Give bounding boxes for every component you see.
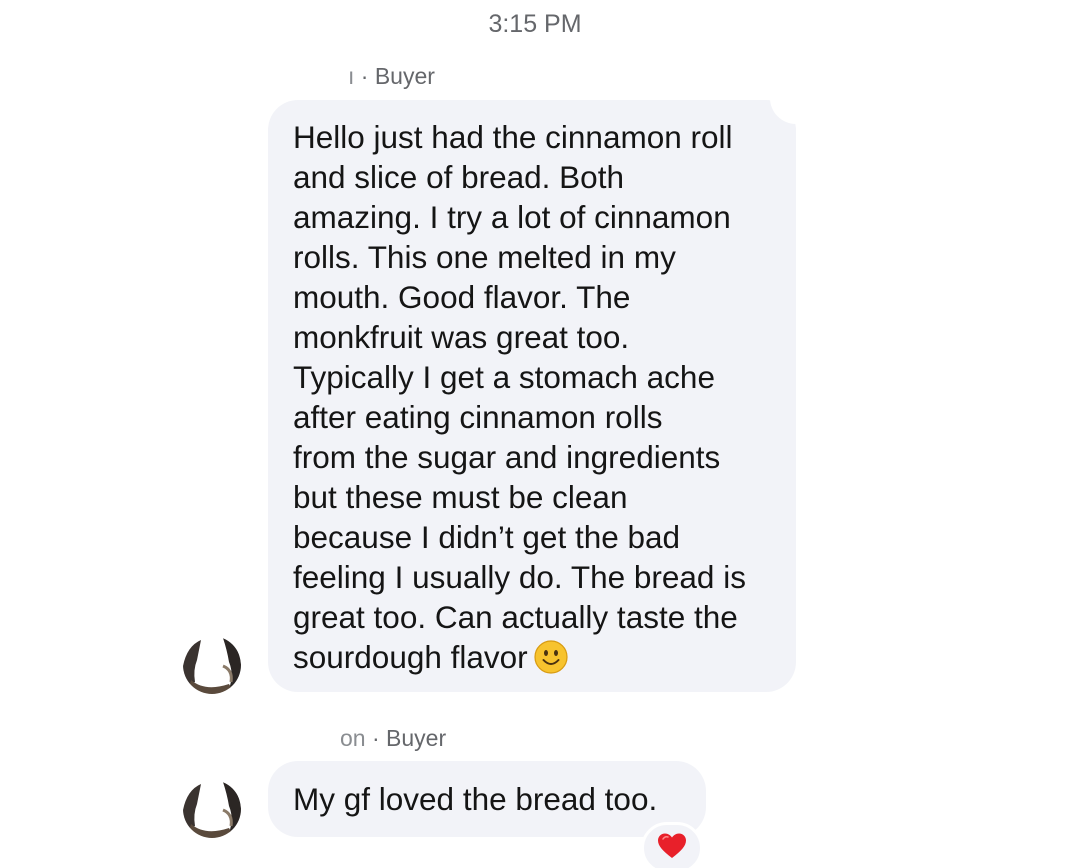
sender-name: ı (348, 63, 355, 89)
slightly-smiling-face-icon (534, 640, 568, 674)
chat-thread: 3:15 PM ı · Buyer Hello just had the cin… (0, 0, 1080, 868)
message-bubble[interactable]: Hello just had the cinnamon roll and sli… (268, 92, 802, 692)
message-reaction[interactable] (641, 822, 703, 868)
message-timestamp: 3:15 PM (488, 10, 582, 38)
sender-role: · Buyer (371, 725, 447, 751)
avatar[interactable] (183, 636, 241, 694)
message-text: My gf loved the bread too. (293, 781, 658, 817)
avatar[interactable] (183, 780, 241, 838)
red-heart-icon (657, 832, 687, 865)
sender-role: · Buyer (360, 63, 435, 89)
sender-label: ı · Buyer (348, 63, 435, 90)
sender-name: on (340, 725, 366, 751)
message-text: Hello just had the cinnamon roll and sli… (293, 119, 746, 675)
bubble-corner-mask (770, 92, 802, 124)
sender-label: on · Buyer (340, 725, 446, 752)
message-bubble[interactable]: My gf loved the bread too. (268, 761, 706, 837)
